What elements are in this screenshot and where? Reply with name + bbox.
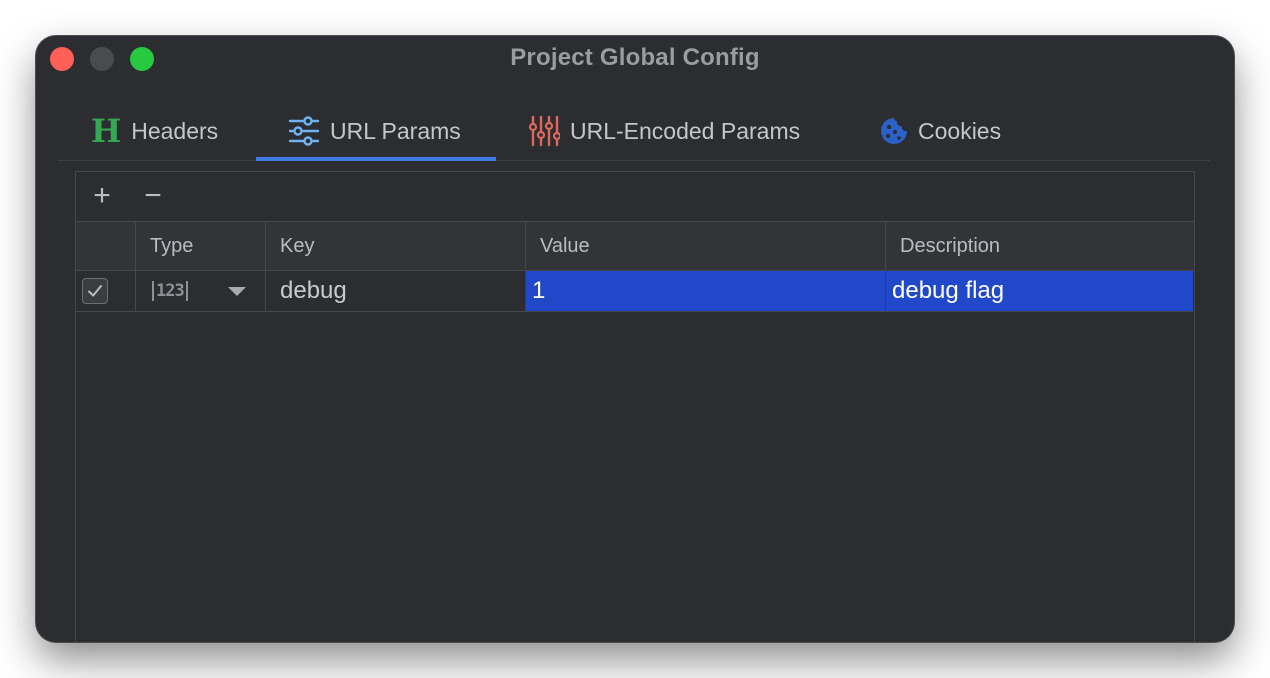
tab-cookies[interactable]: Cookies bbox=[880, 102, 1001, 160]
tab-url-params-label: URL Params bbox=[330, 117, 461, 144]
tab-bar: H Headers URL Params URL-Encoded Params … bbox=[58, 102, 1210, 161]
tab-url-encoded-params-label: URL-Encoded Params bbox=[570, 117, 801, 144]
column-header-enabled[interactable] bbox=[76, 222, 135, 270]
row-enabled-checkbox[interactable] bbox=[82, 278, 108, 304]
tab-cookies-label: Cookies bbox=[918, 117, 1002, 144]
tab-headers-label: Headers bbox=[131, 117, 219, 144]
sliders-icon bbox=[288, 115, 320, 147]
table-row[interactable]: 123 debug 1 debug flag bbox=[76, 271, 1194, 312]
number-type-icon: 123 bbox=[152, 281, 188, 301]
row-description-cell[interactable]: debug flag bbox=[885, 271, 1193, 311]
tab-headers[interactable]: H Headers bbox=[91, 102, 218, 160]
remove-param-button[interactable]: − bbox=[136, 179, 170, 213]
chevron-down-icon[interactable] bbox=[227, 286, 246, 296]
params-table: Type Key Value Description 123 debug 1 d… bbox=[76, 222, 1194, 312]
column-header-value[interactable]: Value bbox=[525, 222, 885, 270]
project-global-config-window: Project Global Config H Headers URL Para… bbox=[36, 36, 1234, 642]
tab-url-encoded-params[interactable]: URL-Encoded Params bbox=[528, 102, 800, 160]
params-toolbar: + − bbox=[76, 172, 1194, 222]
column-header-type[interactable]: Type bbox=[135, 222, 265, 270]
vertical-sliders-icon bbox=[528, 115, 560, 147]
tab-url-params[interactable]: URL Params bbox=[256, 102, 496, 161]
add-param-button[interactable]: + bbox=[85, 179, 119, 213]
row-key-cell[interactable]: debug bbox=[265, 271, 525, 311]
row-value-cell[interactable]: 1 bbox=[525, 271, 885, 311]
row-enabled-cell bbox=[76, 271, 135, 311]
title-bar: Project Global Config bbox=[36, 36, 1234, 80]
cookie-icon bbox=[880, 117, 908, 145]
headers-h-icon: H bbox=[91, 112, 122, 150]
checkmark-icon bbox=[88, 285, 102, 297]
url-params-panel: + − Type Key Value Description 123 debug… bbox=[75, 171, 1195, 642]
table-header-row: Type Key Value Description bbox=[76, 222, 1194, 271]
row-type-cell[interactable]: 123 bbox=[135, 271, 265, 311]
column-header-key[interactable]: Key bbox=[265, 222, 525, 270]
window-title: Project Global Config bbox=[510, 44, 760, 71]
column-header-description[interactable]: Description bbox=[885, 222, 1193, 270]
